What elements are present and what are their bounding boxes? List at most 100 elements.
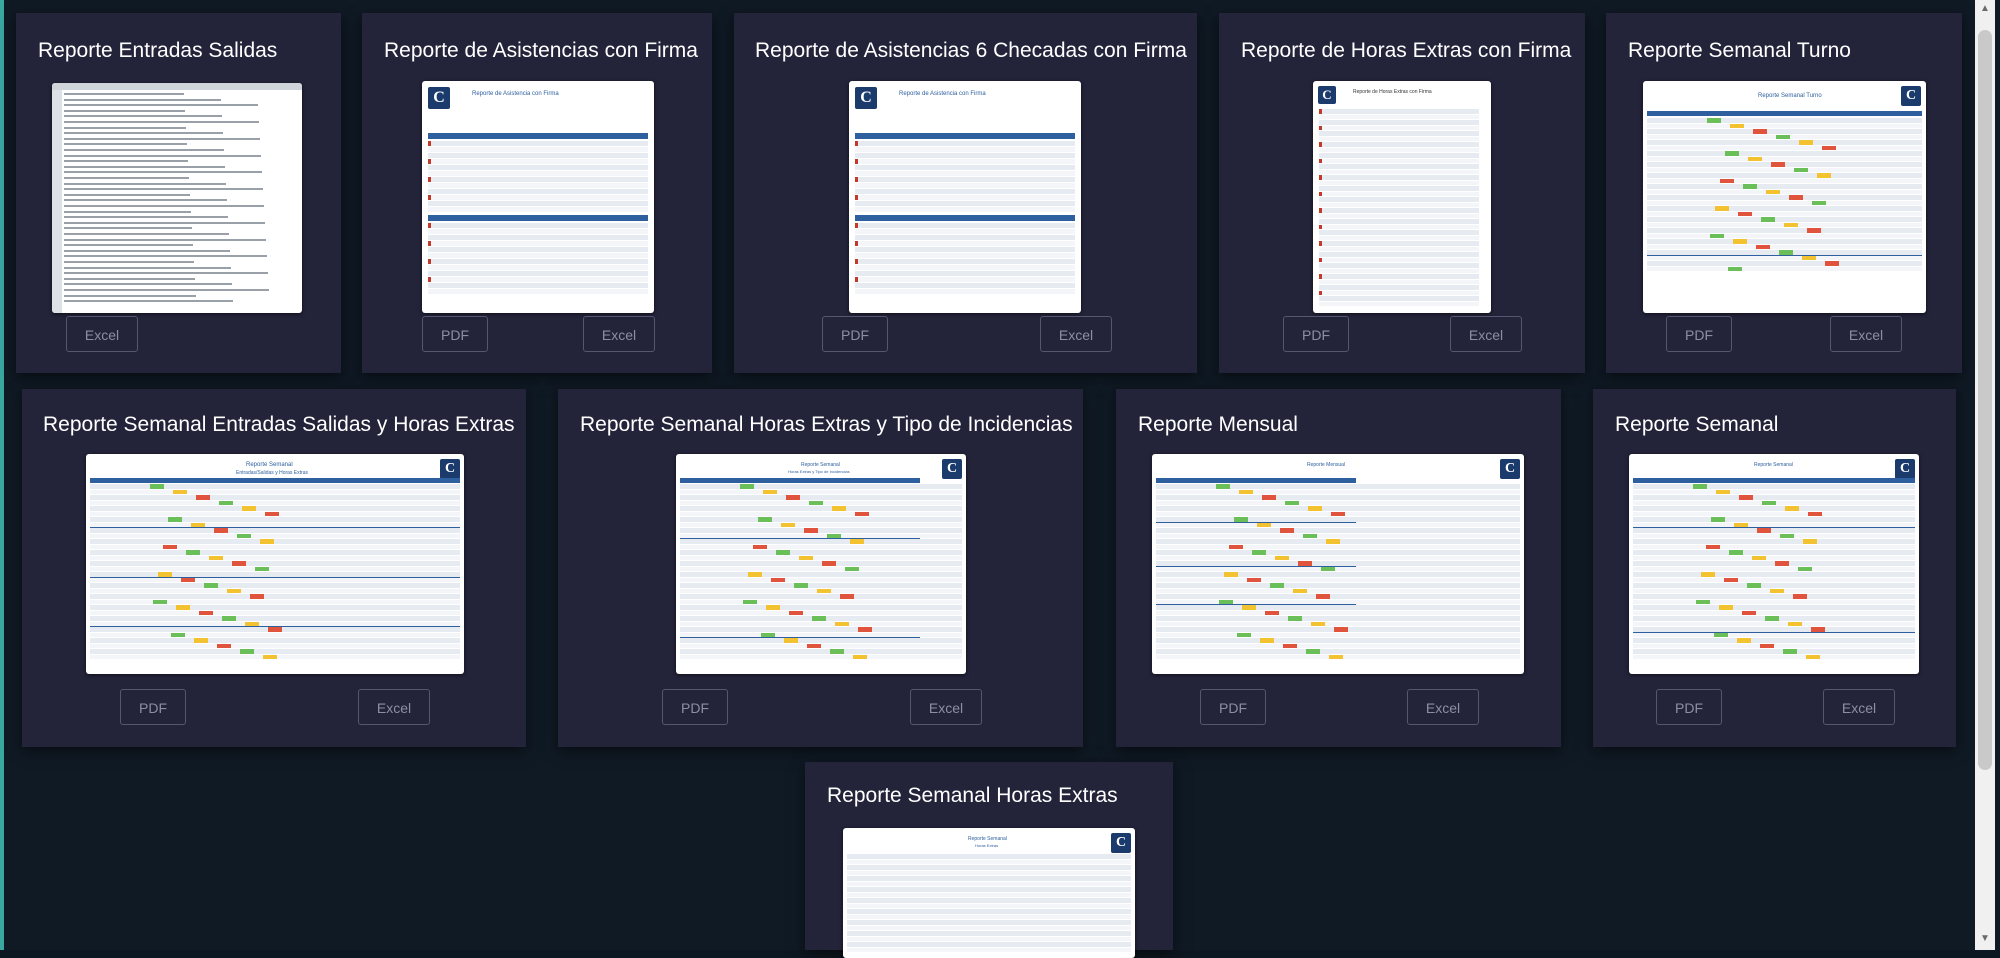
report-preview-image[interactable]: C Reporte de Horas Extras con Firma — [1313, 81, 1491, 313]
table-row — [1156, 489, 1520, 494]
status-cell — [1766, 189, 1780, 194]
table-row — [1647, 211, 1922, 216]
table-row — [1156, 577, 1520, 582]
row-marker — [428, 241, 431, 246]
company-logo: C — [1500, 459, 1520, 479]
report-preview-image[interactable]: C Reporte Semanal Horas Extras — [843, 828, 1135, 958]
pdf-button[interactable]: PDF — [822, 316, 888, 352]
row-marker — [1319, 241, 1322, 246]
row-marker — [1319, 274, 1322, 279]
table-row — [1319, 186, 1479, 191]
table-row — [90, 638, 460, 643]
status-cell — [1293, 588, 1307, 593]
table-row — [855, 253, 1075, 258]
table-row — [428, 165, 648, 170]
report-preview-image[interactable]: C Reporte de Asistencia con Firma — [849, 81, 1081, 313]
excel-button[interactable]: Excel — [358, 689, 430, 725]
table-row — [1319, 197, 1479, 202]
spreadsheet-row — [64, 277, 195, 280]
table-row — [1319, 120, 1479, 125]
row-marker — [855, 241, 858, 246]
status-cell — [1714, 632, 1728, 637]
pdf-button[interactable]: PDF — [1666, 316, 1732, 352]
table-row — [680, 610, 962, 615]
spreadsheet-row — [64, 109, 185, 112]
report-preview-image[interactable]: C Reporte Mensual — [1152, 454, 1524, 674]
excel-button[interactable]: Excel — [66, 316, 138, 352]
table-row — [1319, 235, 1479, 240]
table-row — [1633, 599, 1915, 604]
table-row — [1633, 583, 1915, 588]
status-cell — [1711, 517, 1725, 522]
table-row — [1156, 522, 1520, 527]
status-cell — [1748, 156, 1762, 161]
status-cell — [1283, 643, 1297, 648]
table-row — [428, 147, 648, 152]
table-row — [1633, 511, 1915, 516]
status-cell — [1725, 151, 1739, 156]
table-row — [1319, 268, 1479, 273]
preview-title: Reporte Semanal Turno — [1758, 93, 1822, 99]
scroll-down-arrow-icon[interactable]: ▼ — [1978, 932, 1992, 946]
report-preview-image[interactable]: C Reporte Semanal Turno — [1643, 81, 1926, 313]
excel-button[interactable]: Excel — [583, 316, 655, 352]
scrollbar-thumb[interactable] — [1978, 30, 1992, 770]
spreadsheet-row — [64, 238, 266, 241]
status-cell — [1326, 539, 1340, 544]
excel-button[interactable]: Excel — [910, 689, 982, 725]
excel-button[interactable]: Excel — [1407, 689, 1479, 725]
table-row — [90, 588, 460, 593]
table-row — [1647, 173, 1922, 178]
preview-title: Reporte Semanal — [246, 462, 293, 468]
report-preview-image[interactable]: C Reporte de Asistencia con Firma — [422, 81, 654, 313]
table-row — [90, 544, 460, 549]
excel-button[interactable]: Excel — [1450, 316, 1522, 352]
spreadsheet-row — [64, 143, 187, 146]
pdf-button[interactable]: PDF — [120, 689, 186, 725]
pdf-button[interactable]: PDF — [422, 316, 488, 352]
table-row — [855, 201, 1075, 206]
status-cell — [1788, 621, 1802, 626]
table-row — [680, 566, 962, 571]
report-preview-image[interactable]: C Reporte Semanal Entradas/Salidas y Hor… — [86, 454, 464, 674]
table-row — [90, 649, 460, 654]
company-logo: C — [428, 87, 450, 109]
status-cell — [171, 632, 185, 637]
status-cell — [784, 638, 798, 643]
status-cell — [1752, 555, 1766, 560]
pdf-button[interactable]: PDF — [1200, 689, 1266, 725]
spreadsheet-row — [64, 132, 223, 135]
table-row — [855, 265, 1075, 270]
status-cell — [740, 484, 754, 489]
report-preview-image[interactable]: C Reporte Semanal Horas Extras y Tipo de… — [676, 454, 966, 674]
table-row — [680, 638, 962, 643]
table-row — [1319, 252, 1479, 257]
pdf-button[interactable]: PDF — [1656, 689, 1722, 725]
table-row — [1156, 643, 1520, 648]
table-row — [1156, 583, 1520, 588]
section-header — [680, 478, 920, 483]
table-row — [1319, 158, 1479, 163]
excel-button[interactable]: Excel — [1040, 316, 1112, 352]
spreadsheet-row — [64, 205, 264, 207]
status-cell — [1270, 583, 1284, 588]
pdf-button[interactable]: PDF — [1283, 316, 1349, 352]
report-preview-image[interactable]: C Reporte Semanal — [1629, 454, 1919, 674]
scroll-up-arrow-icon[interactable]: ▲ — [1978, 2, 1992, 16]
status-cell — [1812, 200, 1826, 205]
card-title: Reporte Semanal Entradas Salidas y Horas… — [43, 413, 515, 436]
status-cell — [835, 621, 849, 626]
table-row — [680, 550, 962, 555]
pdf-button[interactable]: PDF — [662, 689, 728, 725]
status-cell — [822, 561, 836, 566]
table-row — [680, 555, 962, 560]
table-row — [1647, 228, 1922, 233]
table-row — [90, 561, 460, 566]
excel-button[interactable]: Excel — [1823, 689, 1895, 725]
report-preview-image[interactable] — [52, 83, 302, 313]
spreadsheet-row — [64, 98, 221, 101]
table-row — [1633, 594, 1915, 599]
table-row — [90, 599, 460, 604]
table-row — [680, 643, 962, 648]
excel-button[interactable]: Excel — [1830, 316, 1902, 352]
